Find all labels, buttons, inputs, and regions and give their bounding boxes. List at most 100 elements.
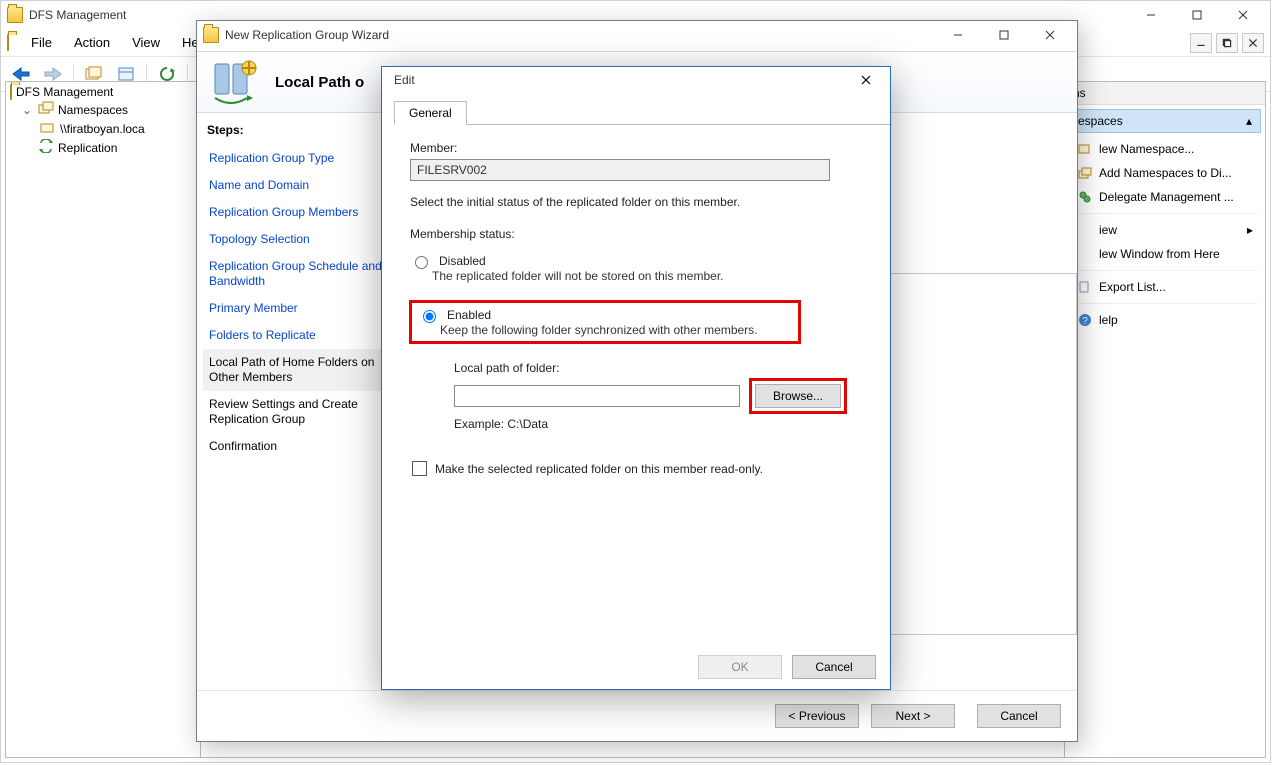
step-topology-selection[interactable]: Topology Selection <box>203 226 389 253</box>
close-button[interactable] <box>1220 1 1266 29</box>
action-help-label: lelp <box>1099 313 1118 327</box>
svg-text:?: ? <box>1082 316 1088 327</box>
action-delegate-label: Delegate Management ... <box>1099 190 1234 204</box>
collapse-icon[interactable]: ▴ <box>1246 114 1252 128</box>
ok-button[interactable]: OK <box>698 655 782 679</box>
wizard-close-button[interactable] <box>1027 21 1073 49</box>
wizard-titlebar[interactable]: New Replication Group Wizard <box>197 21 1077 49</box>
actions-pane: ns espaces ▴ lew Namespace... Add Namesp… <box>1064 81 1266 758</box>
radio-enabled[interactable] <box>423 310 436 323</box>
help-icon: ? <box>1077 312 1093 328</box>
folder-icon <box>10 85 12 99</box>
member-field <box>410 159 830 181</box>
folder-icon <box>203 27 219 43</box>
action-help[interactable]: ? lelp <box>1065 308 1265 332</box>
delegate-icon <box>1077 189 1093 205</box>
tree-root[interactable]: DFS Management <box>8 84 198 100</box>
expand-icon[interactable]: ⌄ <box>22 103 34 117</box>
radio-enabled-desc: Keep the following folder synchronized w… <box>440 323 792 337</box>
tab-general[interactable]: General <box>394 101 467 125</box>
action-delegate[interactable]: Delegate Management ... <box>1065 185 1265 209</box>
wizard-minimize-button[interactable] <box>935 21 981 49</box>
mdi-close-button[interactable] <box>1242 33 1264 53</box>
instruction-text: Select the initial status of the replica… <box>410 195 866 209</box>
folder-icon <box>7 35 9 50</box>
actions-section-header[interactable]: espaces ▴ <box>1069 109 1261 133</box>
radio-disabled-block: Disabled The replicated folder will not … <box>410 253 866 283</box>
action-new-window[interactable]: lew Window from Here <box>1065 242 1265 266</box>
step-local-path[interactable]: Local Path of Home Folders on Other Memb… <box>203 349 389 391</box>
step-confirmation[interactable]: Confirmation <box>203 433 389 460</box>
edit-title: Edit <box>394 73 415 87</box>
readonly-checkbox-label: Make the selected replicated folder on t… <box>435 462 763 476</box>
menu-file[interactable]: File <box>21 31 62 54</box>
previous-button[interactable]: < Previous <box>775 704 859 728</box>
wizard-steps-list: Steps: Replication Group Type Name and D… <box>197 113 396 687</box>
step-folders-to-replicate[interactable]: Folders to Replicate <box>203 322 389 349</box>
tree-namespaces[interactable]: ⌄ Namespaces <box>8 100 198 119</box>
mdi-minimize-button[interactable] <box>1190 33 1212 53</box>
step-name-and-domain[interactable]: Name and Domain <box>203 172 389 199</box>
tree-replication[interactable]: Replication <box>8 138 198 157</box>
example-text: Example: C:\Data <box>454 417 866 431</box>
wizard-title: New Replication Group Wizard <box>225 28 389 42</box>
radio-enabled-block: Enabled Keep the following folder synchr… <box>410 301 800 343</box>
browse-button[interactable]: Browse... <box>755 384 841 408</box>
tree-replication-label: Replication <box>58 141 117 155</box>
browse-highlight: Browse... <box>752 381 844 411</box>
step-group-members[interactable]: Replication Group Members <box>203 199 389 226</box>
actions-section-label: espaces <box>1078 114 1123 128</box>
wizard-maximize-button[interactable] <box>981 21 1027 49</box>
navigation-tree[interactable]: DFS Management ⌄ Namespaces \\firatboyan… <box>5 81 201 758</box>
edit-cancel-button[interactable]: Cancel <box>792 655 876 679</box>
edit-dialog: Edit General Member: Select the initial … <box>381 66 891 690</box>
folder-icon <box>7 7 23 23</box>
tree-namespaces-label: Namespaces <box>58 103 128 117</box>
action-export-list[interactable]: Export List... <box>1065 275 1265 299</box>
step-schedule-bandwidth[interactable]: Replication Group Schedule and Bandwidth <box>203 253 389 295</box>
action-new-namespace[interactable]: lew Namespace... <box>1065 137 1265 161</box>
wizard-header-icon <box>209 58 261 107</box>
wizard-footer: < Previous Next > Cancel <box>197 690 1077 741</box>
action-new-window-label: lew Window from Here <box>1099 247 1220 261</box>
tree-root-label: DFS Management <box>16 85 113 99</box>
step-primary-member[interactable]: Primary Member <box>203 295 389 322</box>
tree-namespace-item[interactable]: \\firatboyan.loca <box>8 119 198 138</box>
action-add-namespaces[interactable]: Add Namespaces to Di... <box>1065 161 1265 185</box>
maximize-button[interactable] <box>1174 1 1220 29</box>
view-icon <box>1077 222 1093 238</box>
menu-view[interactable]: View <box>122 31 170 54</box>
main-title: DFS Management <box>29 8 126 22</box>
cancel-button[interactable]: Cancel <box>977 704 1061 728</box>
dialog-tabs: General <box>394 101 890 125</box>
add-namespace-icon <box>1077 165 1093 181</box>
action-view-label: iew <box>1099 223 1117 237</box>
replication-icon <box>38 139 54 156</box>
wizard-page-title: Local Path o <box>275 74 364 91</box>
readonly-checkbox-row[interactable]: Make the selected replicated folder on t… <box>412 461 866 476</box>
steps-heading: Steps: <box>207 123 385 137</box>
step-review-settings[interactable]: Review Settings and Create Replication G… <box>203 391 389 433</box>
membership-status-label: Membership status: <box>410 227 866 241</box>
readonly-checkbox[interactable] <box>412 461 427 476</box>
actions-pane-header: ns <box>1065 82 1265 105</box>
step-replication-group-type[interactable]: Replication Group Type <box>203 145 389 172</box>
minimize-button[interactable] <box>1128 1 1174 29</box>
edit-titlebar[interactable]: Edit <box>382 67 890 93</box>
menu-action[interactable]: Action <box>64 31 120 54</box>
mdi-controls <box>1186 33 1264 53</box>
action-export-list-label: Export List... <box>1099 280 1166 294</box>
local-path-input[interactable] <box>454 385 740 407</box>
local-path-label: Local path of folder: <box>454 361 866 375</box>
next-button[interactable]: Next > <box>871 704 955 728</box>
mdi-restore-button[interactable] <box>1216 33 1238 53</box>
member-label: Member: <box>410 141 866 155</box>
edit-close-button[interactable] <box>846 66 886 94</box>
new-namespace-icon <box>1077 141 1093 157</box>
namespaces-icon <box>38 101 54 118</box>
action-add-namespaces-label: Add Namespaces to Di... <box>1099 166 1232 180</box>
action-view[interactable]: iew ▸ <box>1065 218 1265 242</box>
radio-disabled[interactable] <box>415 256 428 269</box>
new-window-icon <box>1077 246 1093 262</box>
edit-dialog-footer: OK Cancel <box>698 655 876 679</box>
